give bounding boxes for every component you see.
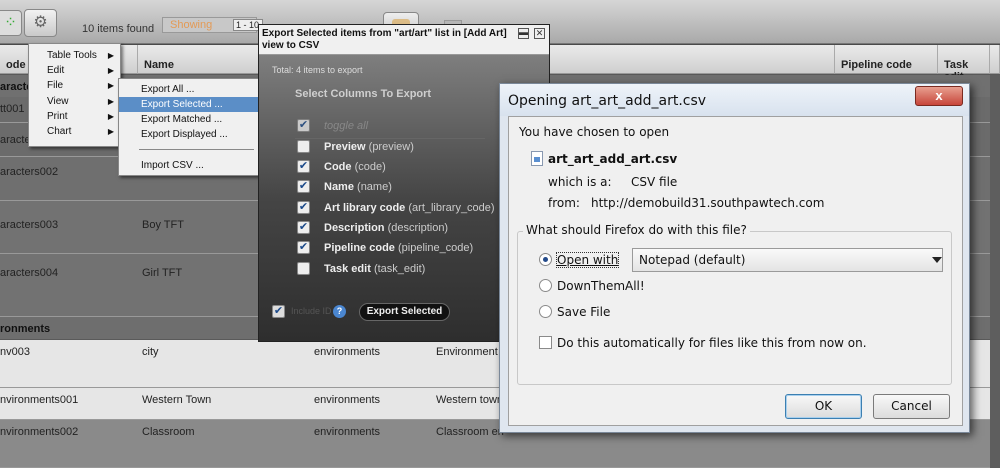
close-icon[interactable]: x: [915, 86, 963, 106]
column-label-name: Name (name): [324, 181, 392, 193]
cell-description: Environment o: [436, 346, 507, 358]
file-submenu: Export All ... Export Selected ... Expor…: [118, 78, 271, 176]
file-type-value: CSV file: [631, 175, 678, 189]
open-with-label: Open with: [555, 252, 620, 268]
action-question: What should Firefox do with this file?: [523, 223, 750, 237]
menu-item-export-displayed[interactable]: Export Displayed ...: [119, 127, 270, 142]
auto-action-checkbox[interactable]: [539, 336, 552, 349]
cell-code: aracters004: [0, 267, 59, 279]
cell-name: city: [142, 346, 159, 358]
file-source-value: http://demobuild31.southpawtech.com: [591, 196, 825, 210]
grid-icon[interactable]: ⁘: [0, 10, 22, 36]
cell-code: nvironments002: [0, 426, 79, 438]
column-checkbox-name[interactable]: ✔: [297, 180, 310, 193]
menu-item-export-selected[interactable]: Export Selected ...: [119, 97, 270, 112]
scrollbar[interactable]: [990, 75, 1000, 468]
cell-code: nvironments001: [0, 394, 79, 406]
scrollbar-top[interactable]: [990, 45, 1000, 74]
open-with-radio[interactable]: [539, 253, 552, 266]
select-columns-heading: Select Columns To Export: [295, 88, 432, 100]
column-checkbox-task-edit[interactable]: [297, 262, 310, 275]
cell-description: Western town: [436, 394, 504, 406]
filename: art_art_add_art.csv: [548, 152, 678, 166]
column-checkbox-preview[interactable]: [297, 140, 310, 153]
menu-item-export-matched[interactable]: Export Matched ...: [119, 112, 270, 127]
column-checkbox-art-library-code[interactable]: ✔: [297, 201, 310, 214]
cell-library: environments: [314, 394, 381, 406]
cell-name: Classroom: [142, 426, 195, 438]
chevron-right-icon: ▶: [107, 81, 114, 90]
cell-code: tt001: [0, 103, 25, 115]
include-id-checkbox[interactable]: ✔: [272, 305, 285, 318]
chevron-right-icon: ▶: [107, 97, 114, 106]
minimize-icon[interactable]: ▬: [518, 28, 529, 39]
ok-button[interactable]: OK: [785, 394, 862, 419]
column-header-task-edit[interactable]: Task edit: [938, 45, 990, 83]
column-checkbox-code[interactable]: ✔: [297, 160, 310, 173]
items-found-count: 10 items found: [82, 23, 155, 35]
column-label-description: Description (description): [324, 222, 449, 234]
gear-icon: ⚙: [33, 14, 48, 31]
cell-library: environments: [314, 426, 381, 438]
gear-menu-button[interactable]: ⚙: [24, 9, 57, 37]
cell-description: Classroom en: [436, 426, 504, 438]
downthemall-radio[interactable]: [539, 279, 552, 292]
column-label-art-library-code: Art library code (art_library_code): [324, 202, 495, 214]
gear-context-menu: Table Tools ▶ Edit ▶ File ▶ View ▶ Print ▶ Ch…: [28, 43, 121, 147]
chevron-right-icon: ▶: [107, 127, 114, 136]
chosen-to-open-text: You have chosen to open: [519, 125, 670, 139]
cell-name: Girl TFT: [142, 267, 183, 279]
menu-item-view[interactable]: View ▶: [29, 94, 120, 109]
file-icon: [531, 151, 543, 166]
export-selected-button[interactable]: Export Selected: [359, 303, 450, 321]
export-dialog-title: Export Selected items from "art/art" lis…: [259, 25, 549, 55]
menu-item-print[interactable]: Print ▶: [29, 109, 120, 124]
dialog-title: Opening art_art_add_art.csv: [500, 84, 969, 116]
cell-name: Boy TFT: [142, 219, 184, 231]
menu-item-export-all[interactable]: Export All ...: [119, 82, 270, 97]
include-id-label: Include ID: [291, 306, 332, 316]
file-type-label: which is a:: [548, 175, 612, 189]
cancel-button[interactable]: Cancel: [873, 394, 950, 419]
dialog-body: You have chosen to open art_art_add_art.…: [508, 116, 963, 426]
menu-separator: [139, 149, 254, 150]
help-icon[interactable]: ?: [333, 305, 346, 318]
column-label-preview: Preview (preview): [324, 141, 414, 153]
open-with-select[interactable]: Notepad (default): [632, 248, 943, 272]
menu-item-import-csv[interactable]: Import CSV ...: [119, 158, 270, 173]
cell-code: aracters003: [0, 219, 59, 231]
column-label-code: Code (code): [324, 161, 386, 173]
export-total: Total: 4 items to export: [272, 65, 363, 75]
menu-item-file[interactable]: File ▶: [29, 78, 120, 93]
downthemall-label: DownThemAll!: [557, 279, 645, 293]
column-label-pipeline-code: Pipeline code (pipeline_code): [324, 242, 474, 254]
chevron-right-icon: ▶: [107, 66, 114, 75]
menu-item-chart[interactable]: Chart ▶: [29, 124, 120, 139]
cell-code: aracters002: [0, 166, 59, 178]
save-file-radio[interactable]: [539, 305, 552, 318]
chevron-down-icon: [932, 257, 942, 263]
chevron-right-icon: ▶: [107, 112, 114, 121]
file-source-label: from:: [548, 196, 580, 210]
close-icon[interactable]: ✕: [534, 28, 545, 39]
divider: [295, 138, 485, 139]
menu-item-edit[interactable]: Edit ▶: [29, 63, 120, 78]
toggle-all-label: toggle all: [324, 120, 369, 132]
chevron-right-icon: ▶: [107, 51, 114, 60]
column-checkbox-pipeline-code[interactable]: ✔: [297, 241, 310, 254]
cell-code: nv003: [0, 346, 30, 358]
firefox-open-dialog: Opening art_art_add_art.csv x You have c…: [499, 83, 970, 433]
column-label-task-edit: Task edit (task_edit): [324, 263, 426, 275]
cell-name: Western Town: [142, 394, 212, 406]
auto-action-label: Do this automatically for files like thi…: [557, 336, 867, 350]
cell-library: environments: [314, 346, 381, 358]
menu-item-table-tools[interactable]: Table Tools ▶: [29, 48, 120, 63]
column-checkbox-description[interactable]: ✔: [297, 221, 310, 234]
column-header-pipeline-code[interactable]: Pipeline code: [835, 45, 938, 74]
save-file-label: Save File: [557, 305, 611, 319]
toggle-all-checkbox[interactable]: ✔: [297, 119, 310, 132]
